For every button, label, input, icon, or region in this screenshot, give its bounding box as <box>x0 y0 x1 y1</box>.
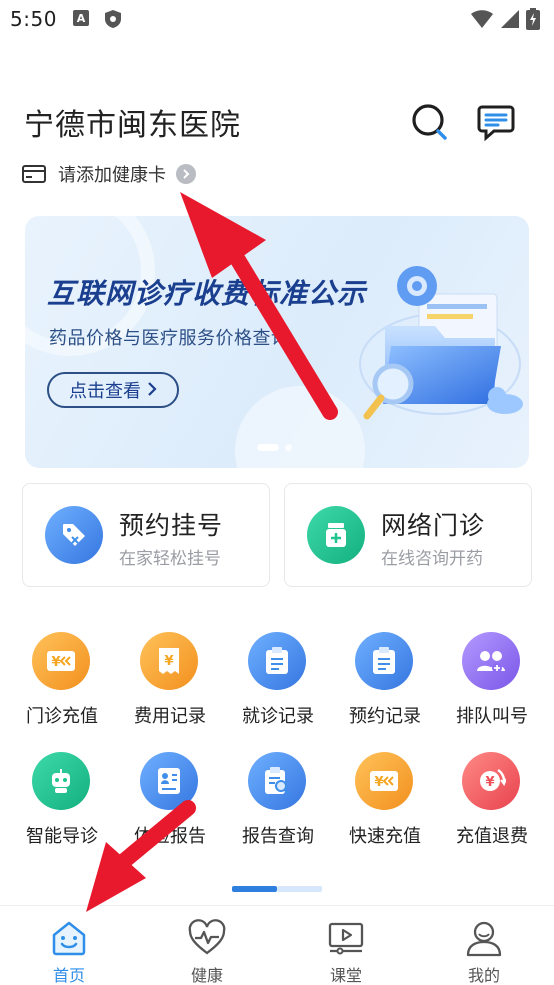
service-expense-records[interactable]: ¥ 费用记录 <box>120 632 220 728</box>
profile-icon <box>464 918 504 958</box>
service-label: 体检报告 <box>134 826 206 847</box>
receipt-yen-icon: ¥ <box>140 632 198 690</box>
service-label: 充值退费 <box>456 826 528 847</box>
tag-icon <box>45 506 103 564</box>
service-visit-records[interactable]: 就诊记录 <box>228 632 328 728</box>
battery-icon <box>526 8 540 34</box>
nav-label: 课堂 <box>329 966 362 985</box>
grid-page-indicator <box>232 886 322 892</box>
promo-banner[interactable]: 互联网诊疗收费标准公示 药品价格与医疗服务价格查询 点击查看 <box>25 216 529 468</box>
medicine-icon <box>307 506 365 564</box>
nav-label: 健康 <box>190 966 223 985</box>
nav-profile[interactable]: 我的 <box>415 906 553 985</box>
banner-pagination <box>257 444 292 451</box>
view-details-label: 点击查看 <box>69 381 141 402</box>
report-person-icon <box>140 752 198 810</box>
appointment-card[interactable]: 预约挂号 在家轻松挂号 <box>22 483 270 587</box>
service-appointment-records[interactable]: 预约记录 <box>335 632 435 728</box>
chevron-right-icon <box>147 380 157 401</box>
app-notification-icon: A <box>72 9 90 31</box>
svg-text:¥: ¥ <box>374 775 383 790</box>
nav-label: 首页 <box>52 966 85 985</box>
card-yen-icon: ¥ <box>32 632 90 690</box>
svg-text:¥: ¥ <box>164 654 173 669</box>
service-label: 排队叫号 <box>456 706 528 727</box>
card-yen-icon: ¥ <box>355 752 413 810</box>
search-icon[interactable] <box>410 102 450 142</box>
home-smile-icon <box>49 918 89 958</box>
nav-label: 我的 <box>467 966 500 985</box>
pagination-dot <box>285 444 292 451</box>
nav-classroom[interactable]: 课堂 <box>277 906 415 985</box>
folder-magnifier-illustration <box>355 246 525 446</box>
service-label: 门诊充值 <box>26 706 98 727</box>
banner-subtitle: 药品价格与医疗服务价格查询 <box>49 328 290 349</box>
wifi-icon <box>470 9 494 33</box>
bottom-navigation: 首页 健康 课堂 我的 <box>0 905 554 985</box>
service-label: 预约记录 <box>349 706 421 727</box>
banner-decoration <box>235 386 365 468</box>
health-card-label: 请添加健康卡 <box>58 165 166 186</box>
clipboard-icon <box>355 632 413 690</box>
report-search-icon <box>248 752 306 810</box>
heart-pulse-icon <box>187 918 227 958</box>
service-quick-recharge[interactable]: ¥ 快速充值 <box>335 752 435 848</box>
service-label: 就诊记录 <box>242 706 314 727</box>
view-details-button[interactable]: 点击查看 <box>47 372 179 408</box>
service-recharge-refund[interactable]: ¥ 充值退费 <box>442 752 542 848</box>
service-checkup-report[interactable]: 体检报告 <box>120 752 220 848</box>
banner-title: 互联网诊疗收费标准公示 <box>47 277 367 310</box>
service-label: 快速充值 <box>349 826 421 847</box>
appointment-subtitle: 在家轻松挂号 <box>119 549 221 569</box>
pagination-dot-active <box>257 444 279 451</box>
nav-health[interactable]: 健康 <box>138 906 276 985</box>
robot-icon <box>32 752 90 810</box>
service-label: 智能导诊 <box>26 826 98 847</box>
svg-text:A: A <box>77 12 86 25</box>
add-health-card-link[interactable]: 请添加健康卡 <box>22 160 196 188</box>
shield-icon <box>104 9 122 33</box>
clipboard-icon <box>248 632 306 690</box>
online-clinic-card[interactable]: 网络门诊 在线咨询开药 <box>284 483 532 587</box>
service-report-query[interactable]: 报告查询 <box>228 752 328 848</box>
hospital-name: 宁德市闽东医院 <box>24 108 241 143</box>
service-label: 费用记录 <box>134 706 206 727</box>
message-icon[interactable] <box>476 102 516 142</box>
chevron-right-icon <box>176 164 196 184</box>
grid-page-indicator-active <box>232 886 277 892</box>
nav-home[interactable]: 首页 <box>0 906 138 985</box>
appointment-title: 预约挂号 <box>119 511 224 540</box>
card-icon <box>22 165 46 183</box>
signal-icon <box>500 9 520 33</box>
video-class-icon <box>326 918 366 958</box>
status-time: 5:50 <box>10 7 57 31</box>
svg-text:¥: ¥ <box>485 775 494 790</box>
grid-page-indicator-inactive <box>277 886 322 892</box>
online-clinic-subtitle: 在线咨询开药 <box>381 549 483 569</box>
refund-yen-icon: ¥ <box>462 752 520 810</box>
status-indicators <box>470 8 540 34</box>
service-outpatient-recharge[interactable]: ¥ 门诊充值 <box>12 632 112 728</box>
service-queue-call[interactable]: 排队叫号 <box>442 632 542 728</box>
queue-people-icon <box>462 632 520 690</box>
service-label: 报告查询 <box>242 826 314 847</box>
status-bar: 5:50 A <box>0 0 554 40</box>
online-clinic-title: 网络门诊 <box>381 511 486 540</box>
service-smart-guide[interactable]: 智能导诊 <box>12 752 112 848</box>
svg-text:¥: ¥ <box>51 655 60 670</box>
